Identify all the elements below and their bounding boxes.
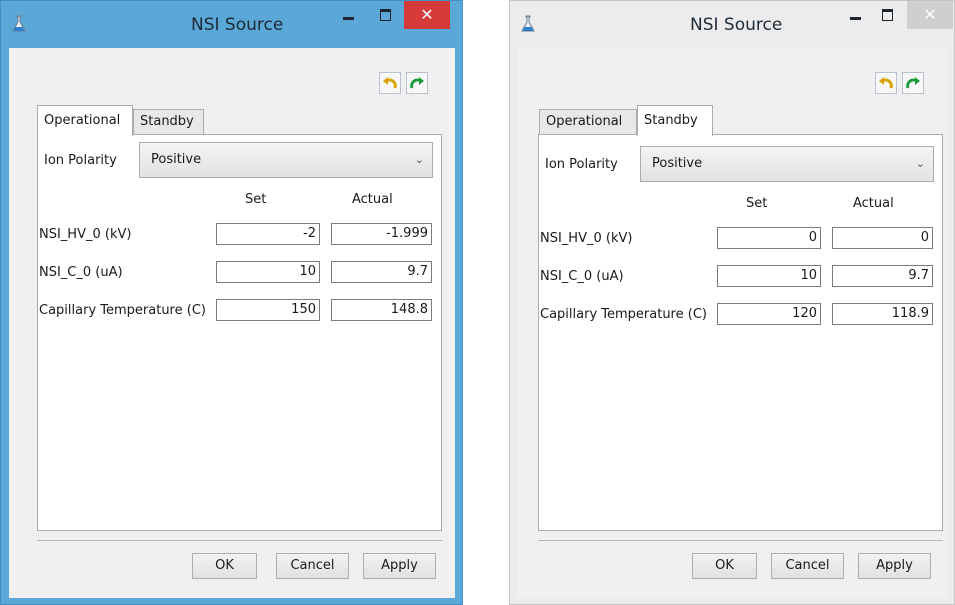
- nsi-source-window-operational: NSI Source ✕ Operational Standby Ion Pol…: [0, 0, 463, 605]
- row-label-capillary-temperature: Capillary Temperature (C): [39, 303, 206, 318]
- title-bar[interactable]: NSI Source ✕: [1, 1, 462, 47]
- tab-operational[interactable]: Operational: [539, 109, 637, 135]
- column-header-actual: Actual: [853, 196, 894, 211]
- column-header-set: Set: [245, 192, 267, 207]
- ion-polarity-dropdown[interactable]: Positive ⌄: [139, 142, 433, 178]
- nsi-c-set-input[interactable]: 10: [717, 265, 821, 287]
- ion-polarity-value: Positive: [151, 152, 202, 167]
- flask-icon: [520, 15, 536, 33]
- undo-icon: [383, 77, 397, 89]
- tab-operational[interactable]: Operational: [37, 105, 133, 136]
- redo-icon: [906, 77, 920, 89]
- ion-polarity-label: Ion Polarity: [545, 157, 618, 172]
- ion-polarity-label: Ion Polarity: [44, 153, 117, 168]
- separator: [538, 540, 943, 541]
- nsi-hv-set-input[interactable]: 0: [717, 227, 821, 249]
- capillary-temperature-actual-field: 148.8: [331, 299, 432, 321]
- maximize-button[interactable]: [370, 1, 400, 29]
- flask-icon: [11, 15, 27, 33]
- minimize-button[interactable]: [334, 1, 364, 29]
- undo-icon: [879, 77, 893, 89]
- ok-button[interactable]: OK: [692, 553, 757, 579]
- ion-polarity-dropdown[interactable]: Positive ⌄: [640, 146, 934, 182]
- row-label-capillary-temperature: Capillary Temperature (C): [540, 307, 707, 322]
- tab-panel: Ion Polarity Positive ⌄ Set Actual NSI_H…: [37, 134, 442, 531]
- maximize-icon: [380, 9, 391, 21]
- row-label-nsi-c: NSI_C_0 (uA): [540, 269, 624, 284]
- minimize-button[interactable]: [841, 1, 871, 29]
- nsi-hv-set-input[interactable]: -2: [216, 223, 320, 245]
- capillary-temperature-set-input[interactable]: 150: [216, 299, 320, 321]
- undo-button[interactable]: [379, 72, 401, 94]
- tab-standby[interactable]: Standby: [637, 105, 713, 136]
- nsi-c-actual-field: 9.7: [331, 261, 432, 283]
- nsi-source-window-standby: NSI Source ✕ Operational Standby Ion Pol…: [509, 0, 955, 605]
- title-bar[interactable]: NSI Source ✕: [510, 1, 954, 47]
- redo-icon: [410, 77, 424, 89]
- cancel-button[interactable]: Cancel: [771, 553, 844, 579]
- row-label-nsi-c: NSI_C_0 (uA): [39, 265, 123, 280]
- column-header-set: Set: [746, 196, 768, 211]
- nsi-c-actual-field: 9.7: [832, 265, 933, 287]
- capillary-temperature-set-input[interactable]: 120: [717, 303, 821, 325]
- ok-button[interactable]: OK: [192, 553, 257, 579]
- chevron-down-icon: ⌄: [915, 157, 925, 170]
- separator: [37, 540, 442, 541]
- cancel-button[interactable]: Cancel: [276, 553, 349, 579]
- window-title: NSI Source: [690, 15, 783, 35]
- ion-polarity-value: Positive: [652, 156, 703, 171]
- window-title: NSI Source: [191, 15, 284, 35]
- maximize-icon: [882, 9, 893, 21]
- nsi-hv-actual-field: -1.999: [331, 223, 432, 245]
- apply-button[interactable]: Apply: [363, 553, 436, 579]
- close-button[interactable]: ✕: [907, 1, 953, 29]
- minimize-icon: [343, 17, 354, 20]
- row-label-nsi-hv: NSI_HV_0 (kV): [540, 231, 633, 246]
- nsi-hv-actual-field: 0: [832, 227, 933, 249]
- window-client-area: Operational Standby Ion Polarity Positiv…: [518, 48, 947, 598]
- tab-panel: Ion Polarity Positive ⌄ Set Actual NSI_H…: [538, 134, 943, 531]
- close-button[interactable]: ✕: [404, 1, 450, 29]
- undo-button[interactable]: [875, 72, 897, 94]
- column-header-actual: Actual: [352, 192, 393, 207]
- window-client-area: Operational Standby Ion Polarity Positiv…: [9, 48, 455, 598]
- capillary-temperature-actual-field: 118.9: [832, 303, 933, 325]
- minimize-icon: [850, 17, 861, 20]
- apply-button[interactable]: Apply: [858, 553, 931, 579]
- row-label-nsi-hv: NSI_HV_0 (kV): [39, 227, 132, 242]
- redo-button[interactable]: [406, 72, 428, 94]
- maximize-button[interactable]: [872, 1, 902, 29]
- tab-standby[interactable]: Standby: [133, 109, 204, 135]
- redo-button[interactable]: [902, 72, 924, 94]
- nsi-c-set-input[interactable]: 10: [216, 261, 320, 283]
- chevron-down-icon: ⌄: [414, 153, 424, 166]
